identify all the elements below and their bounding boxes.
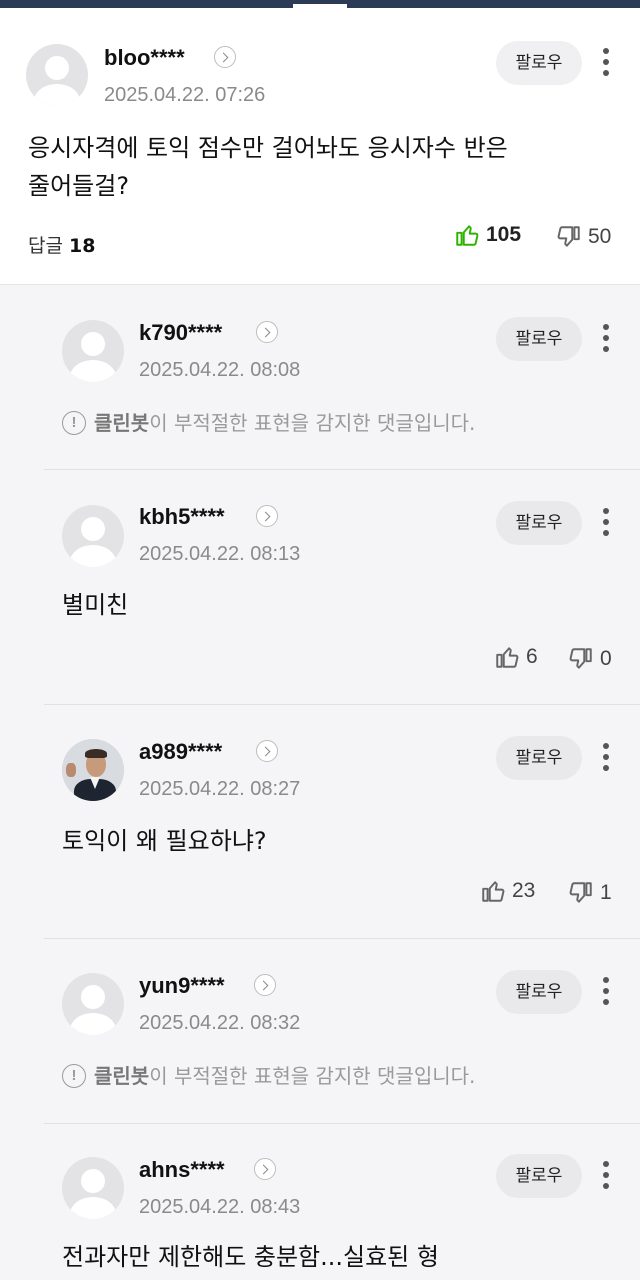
like-button[interactable]: 6 <box>494 642 538 672</box>
chevron-right-icon[interactable] <box>254 1158 276 1180</box>
thumbs-down-icon <box>557 226 580 247</box>
cleanbot-text: 이 부적절한 표현을 감지한 댓글입니다. <box>149 1064 476 1088</box>
reply-text: 별미친 <box>62 591 129 619</box>
follow-button[interactable]: 팔로우 <box>496 970 582 1014</box>
like-button[interactable]: 105 <box>454 220 521 250</box>
reply-timestamp: 2025.04.22. 08:13 <box>139 543 301 565</box>
reply-timestamp: 2025.04.22. 08:43 <box>139 1196 301 1218</box>
cleanbot-notice: ! 클린봇 이 부적절한 표현을 감지한 댓글입니다. <box>62 1062 475 1090</box>
more-vertical-icon[interactable] <box>596 1157 616 1193</box>
reply-divider <box>44 469 640 470</box>
chevron-right-icon[interactable] <box>256 505 278 527</box>
follow-button[interactable]: 팔로우 <box>496 736 582 780</box>
reply-username[interactable]: yun9**** <box>139 974 225 998</box>
like-count: 6 <box>526 645 538 668</box>
comment-text-line-2: 줄어들걸? <box>28 172 130 200</box>
default-avatar-icon[interactable] <box>62 973 124 1035</box>
dislike-count: 0 <box>600 647 612 670</box>
default-avatar-icon[interactable] <box>62 320 124 382</box>
chevron-right-icon[interactable] <box>214 46 236 68</box>
comment-username[interactable]: bloo**** <box>104 46 185 70</box>
default-avatar-icon[interactable] <box>62 1157 124 1219</box>
follow-button[interactable]: 팔로우 <box>496 317 582 361</box>
reply-timestamp: 2025.04.22. 08:32 <box>139 1012 301 1034</box>
dislike-button[interactable]: 0 <box>568 644 612 674</box>
more-vertical-icon[interactable] <box>596 739 616 775</box>
cleanbot-notice: ! 클린봇 이 부적절한 표현을 감지한 댓글입니다. <box>62 409 475 437</box>
dislike-count: 1 <box>600 881 612 904</box>
info-circle-icon: ! <box>62 1064 86 1088</box>
thumbs-up-icon <box>456 225 479 246</box>
default-avatar-icon[interactable] <box>26 44 88 106</box>
reply-timestamp: 2025.04.22. 08:27 <box>139 778 301 800</box>
reply-text: 전과자만 제한해도 충분함...실효된 형 <box>62 1243 439 1271</box>
more-vertical-icon[interactable] <box>596 44 616 80</box>
reply-divider <box>44 704 640 705</box>
cleanbot-text: 이 부적절한 표현을 감지한 댓글입니다. <box>149 411 476 435</box>
top-navigation-bar <box>0 0 640 8</box>
main-comment: bloo**** 2025.04.22. 07:26 팔로우 응시자격에 토익 … <box>0 8 640 284</box>
reply-label: 답글 <box>28 235 63 257</box>
info-circle-icon: ! <box>62 411 86 435</box>
like-button[interactable]: 23 <box>480 876 535 906</box>
user-photo-avatar[interactable] <box>62 739 124 801</box>
dislike-button[interactable]: 1 <box>568 878 612 908</box>
chevron-right-icon[interactable] <box>254 974 276 996</box>
comment-text-line-1: 응시자격에 토익 점수만 걸어놔도 응시자수 반은 <box>28 134 508 162</box>
reply-count-button[interactable]: 답글 18 <box>28 234 95 258</box>
chevron-right-icon[interactable] <box>256 321 278 343</box>
cleanbot-name: 클린봇 <box>94 1064 150 1088</box>
cleanbot-name: 클린봇 <box>94 411 150 435</box>
reply-username[interactable]: k790**** <box>139 321 222 345</box>
reply-username[interactable]: a989**** <box>139 740 222 764</box>
thumbs-up-icon <box>496 647 519 668</box>
reply-divider <box>44 938 640 939</box>
more-vertical-icon[interactable] <box>596 973 616 1009</box>
comment-timestamp: 2025.04.22. 07:26 <box>104 84 266 106</box>
replies-section: k790**** 2025.04.22. 08:08 팔로우 ! 클린봇 이 부적… <box>0 284 640 1280</box>
thumbs-down-icon <box>569 648 592 669</box>
follow-button[interactable]: 팔로우 <box>496 41 582 85</box>
reply-text: 토익이 왜 필요하냐? <box>62 827 267 855</box>
follow-button[interactable]: 팔로우 <box>496 1154 582 1198</box>
follow-button[interactable]: 팔로우 <box>496 501 582 545</box>
thumbs-up-icon <box>482 881 505 902</box>
more-vertical-icon[interactable] <box>596 320 616 356</box>
chevron-right-icon[interactable] <box>256 740 278 762</box>
like-count: 23 <box>512 879 536 902</box>
reply-username[interactable]: kbh5**** <box>139 505 225 529</box>
reply-timestamp: 2025.04.22. 08:08 <box>139 359 301 381</box>
reply-username[interactable]: ahns**** <box>139 1158 225 1182</box>
dislike-button[interactable]: 50 <box>556 222 611 252</box>
dislike-count: 50 <box>588 225 612 248</box>
thumbs-down-icon <box>569 882 592 903</box>
default-avatar-icon[interactable] <box>62 505 124 567</box>
reply-count: 18 <box>68 235 96 257</box>
more-vertical-icon[interactable] <box>596 504 616 540</box>
reply-divider <box>44 1123 640 1124</box>
like-count: 105 <box>486 223 522 246</box>
